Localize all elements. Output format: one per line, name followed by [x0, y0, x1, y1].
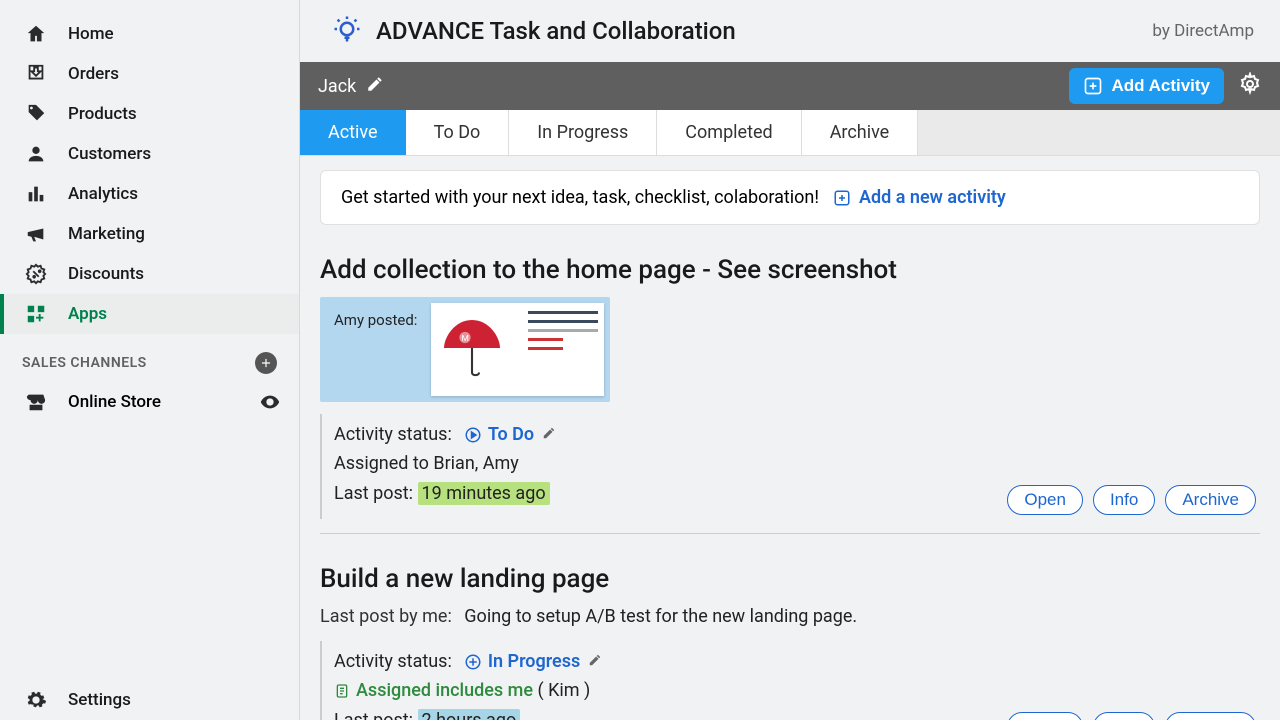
getting-started-banner: Get started with your next idea, task, c… [320, 170, 1260, 225]
tab-in-progress[interactable]: In Progress [509, 110, 657, 155]
edit-status-icon[interactable] [588, 651, 602, 672]
nav-label: Marketing [68, 224, 145, 244]
last-post-label: Last post: [334, 483, 413, 504]
archive-button[interactable]: Archive [1165, 712, 1256, 720]
activity-title: Add collection to the home page - See sc… [320, 255, 1260, 285]
activity-subtitle: Last post by me: Going to setup A/B test… [320, 606, 1260, 627]
nav-label: Discounts [68, 264, 144, 284]
nav-orders[interactable]: Orders [0, 54, 299, 94]
edit-status-icon[interactable] [542, 424, 556, 445]
sales-channels-header: SALES CHANNELS [0, 334, 299, 382]
nav-home[interactable]: Home [0, 14, 299, 54]
archive-button[interactable]: Archive [1165, 485, 1256, 515]
post-thumbnail: M [431, 303, 604, 396]
current-user: Jack [318, 76, 356, 97]
discount-icon [22, 263, 50, 285]
person-icon [22, 143, 50, 165]
assigned-includes-me: Assigned includes me [334, 680, 533, 701]
content-area: Get started with your next idea, task, c… [300, 156, 1280, 720]
nav-products[interactable]: Products [0, 94, 299, 134]
nav-marketing[interactable]: Marketing [0, 214, 299, 254]
banner-text: Get started with your next idea, task, c… [341, 187, 819, 208]
open-button[interactable]: Open [1007, 712, 1083, 720]
activity-title: Build a new landing page [320, 564, 1260, 594]
last-post-time: 19 minutes ago [418, 482, 550, 505]
svg-text:M: M [462, 334, 469, 344]
nav-label: Analytics [68, 184, 138, 204]
assigned-text: Assigned to Brian, Amy [334, 453, 519, 474]
tab-active[interactable]: Active [300, 110, 406, 155]
nav-analytics[interactable]: Analytics [0, 174, 299, 214]
post-preview[interactable]: Amy posted: M [320, 297, 610, 402]
nav-label: Settings [68, 690, 131, 710]
sidebar: Home Orders Products Customers Analytics… [0, 0, 300, 720]
tag-icon [22, 103, 50, 125]
post-author: Amy posted: [320, 297, 431, 402]
gear-icon [22, 689, 50, 711]
app-title: ADVANCE Task and Collaboration [376, 17, 1152, 45]
orders-icon [22, 63, 50, 85]
nav-customers[interactable]: Customers [0, 134, 299, 174]
activity-card: Add collection to the home page - See sc… [320, 255, 1260, 534]
tab-completed[interactable]: Completed [657, 110, 801, 155]
status-value[interactable]: In Progress [464, 651, 580, 672]
nav-apps[interactable]: Apps [0, 294, 299, 334]
settings-icon[interactable] [1238, 72, 1262, 100]
nav-discounts[interactable]: Discounts [0, 254, 299, 294]
divider [320, 533, 1260, 534]
assigned-extra: ( Kim ) [537, 680, 590, 701]
edit-user-icon[interactable] [366, 75, 384, 97]
user-bar: Jack Add Activity [300, 62, 1280, 110]
add-channel-icon[interactable] [255, 352, 277, 374]
main: ADVANCE Task and Collaboration by Direct… [300, 0, 1280, 720]
app-header: ADVANCE Task and Collaboration by Direct… [300, 0, 1280, 62]
nav-label: Home [68, 24, 114, 44]
status-label: Activity status: [334, 424, 452, 445]
activity-meta: Activity status: In Progress Assigned in… [320, 641, 1260, 720]
add-activity-link[interactable]: Add a new activity [833, 187, 1006, 208]
activity-card: Build a new landing page Last post by me… [320, 564, 1260, 720]
status-tabs: Active To Do In Progress Completed Archi… [300, 110, 1280, 156]
analytics-icon [22, 183, 50, 205]
info-button[interactable]: Info [1093, 712, 1155, 720]
nav-label: Products [68, 104, 137, 124]
tab-todo[interactable]: To Do [406, 110, 510, 155]
channel-online-store[interactable]: Online Store [0, 382, 299, 422]
home-icon [22, 23, 50, 45]
nav-label: Customers [68, 144, 151, 164]
activity-actions: Open Info Archive [1007, 485, 1256, 515]
status-label: Activity status: [334, 651, 452, 672]
nav-label: Orders [68, 64, 119, 84]
open-button[interactable]: Open [1007, 485, 1083, 515]
info-button[interactable]: Info [1093, 485, 1155, 515]
last-post-label: Last post: [334, 710, 413, 720]
nav-label: Apps [68, 304, 107, 324]
apps-icon [22, 303, 50, 325]
eye-icon[interactable] [259, 391, 281, 413]
add-activity-button[interactable]: Add Activity [1069, 68, 1224, 104]
last-post-time: 2 hours ago [418, 709, 521, 720]
status-value[interactable]: To Do [464, 424, 534, 445]
app-byline: by DirectAmp [1152, 21, 1254, 41]
store-icon [22, 391, 50, 413]
lightbulb-icon [332, 14, 362, 48]
activity-actions: Open Info Archive [1007, 712, 1256, 720]
megaphone-icon [22, 223, 50, 245]
tab-archive[interactable]: Archive [802, 110, 919, 155]
nav-settings[interactable]: Settings [0, 680, 299, 720]
